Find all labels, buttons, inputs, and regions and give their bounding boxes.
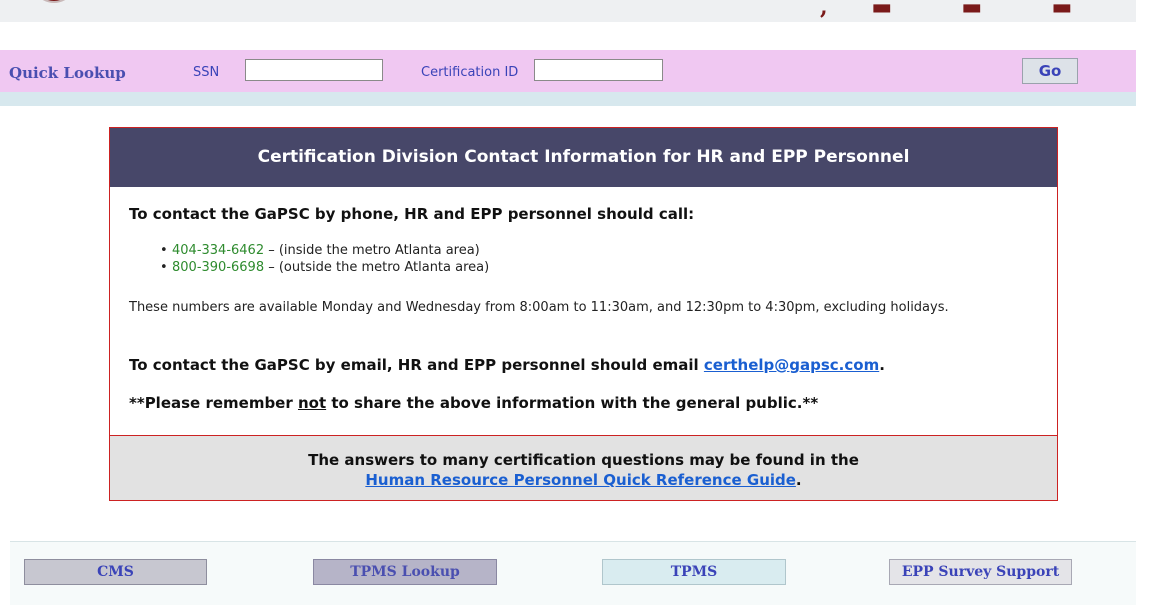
quick-lookup-title: Quick Lookup xyxy=(9,64,126,82)
phone-list-item: 404-334-6462 – (inside the metro Atlanta… xyxy=(160,242,489,259)
reminder-suffix: to share the above information with the … xyxy=(326,394,819,412)
email-prefix: To contact the GaPSC by email, HR and EP… xyxy=(129,356,704,374)
certification-id-input[interactable] xyxy=(534,59,663,81)
email-link[interactable]: certhelp@gapsc.com xyxy=(704,356,879,374)
phone-note-inside: – (inside the metro Atlanta area) xyxy=(264,243,480,258)
footer-suffix: . xyxy=(795,471,802,489)
footer-link-line: Human Resource Personnel Quick Reference… xyxy=(110,471,1057,489)
privacy-reminder: **Please remember not to share the above… xyxy=(129,394,818,412)
panel-title: Certification Division Contact Informati… xyxy=(110,128,1057,187)
ssn-label: SSN xyxy=(193,65,220,80)
reminder-prefix: **Please remember xyxy=(129,394,298,412)
email-suffix: . xyxy=(879,356,885,374)
go-button[interactable]: Go xyxy=(1022,58,1078,84)
email-line: To contact the GaPSC by email, HR and EP… xyxy=(129,356,885,374)
quick-lookup-bar: Quick Lookup SSN Certification ID Go xyxy=(0,50,1136,92)
quick-reference-guide-link[interactable]: Human Resource Personnel Quick Reference… xyxy=(365,471,796,489)
reminder-not: not xyxy=(297,394,327,412)
phone-heading: To contact the GaPSC by phone, HR and EP… xyxy=(129,205,695,223)
phone-number-inside[interactable]: 404-334-6462 xyxy=(172,243,264,258)
gapsc-logo-icon xyxy=(42,0,66,3)
panel-footer: The answers to many certification questi… xyxy=(110,435,1057,500)
certification-id-label: Certification ID xyxy=(421,65,519,80)
footer-text: The answers to many certification questi… xyxy=(308,451,859,469)
hours-text: These numbers are available Monday and W… xyxy=(129,300,949,315)
phone-list-item: 800-390-6698 – (outside the metro Atlant… xyxy=(160,259,490,276)
site-header: , ▬ ▬ ▬ xyxy=(0,0,1136,22)
phone-list: 404-334-6462 – (inside the metro Atlanta… xyxy=(160,242,490,276)
header-brand-text-fragment: , ▬ ▬ ▬ xyxy=(820,0,1091,20)
bottom-nav: CMS TPMS Lookup TPMS EPP Survey Support xyxy=(10,541,1136,605)
epp-survey-support-button[interactable]: EPP Survey Support xyxy=(889,559,1072,585)
phone-note-outside: – (outside the metro Atlanta area) xyxy=(264,260,490,275)
lookup-bar-divider xyxy=(0,92,1136,106)
phone-number-outside[interactable]: 800-390-6698 xyxy=(172,260,264,275)
ssn-input[interactable] xyxy=(245,59,383,81)
cms-button[interactable]: CMS xyxy=(24,559,207,585)
tpms-button[interactable]: TPMS xyxy=(602,559,786,585)
contact-info-panel: Certification Division Contact Informati… xyxy=(109,127,1058,501)
tpms-lookup-button[interactable]: TPMS Lookup xyxy=(313,559,497,585)
